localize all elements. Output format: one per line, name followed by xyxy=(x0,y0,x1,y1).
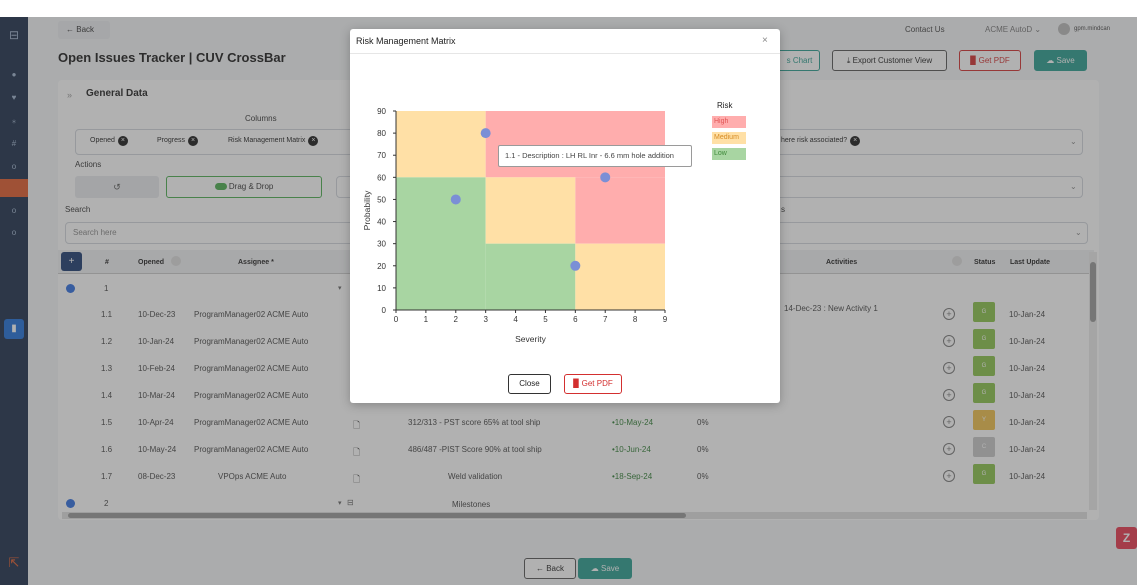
x-tick-label: 4 xyxy=(513,315,518,324)
pdf-icon: ▉ xyxy=(573,379,580,388)
risk-zone-medium xyxy=(485,177,576,244)
modal-close-button[interactable]: Close xyxy=(508,374,551,394)
risk-point[interactable] xyxy=(450,194,461,205)
risk-zone-high xyxy=(575,177,665,244)
legend-item-low: Low xyxy=(712,148,746,160)
risk-zone-medium xyxy=(396,111,486,178)
risk-point[interactable] xyxy=(480,128,491,139)
x-tick-label: 6 xyxy=(573,315,578,324)
x-axis-label: Severity xyxy=(515,334,546,344)
x-tick-label: 8 xyxy=(633,315,638,324)
y-tick-label: 40 xyxy=(377,218,386,227)
risk-zone-low xyxy=(396,177,486,310)
y-tick-label: 30 xyxy=(377,240,386,249)
risk-point[interactable] xyxy=(600,172,611,183)
y-tick-label: 0 xyxy=(382,306,387,315)
x-tick-label: 2 xyxy=(454,315,459,324)
y-tick-label: 10 xyxy=(377,284,386,293)
point-tooltip: 1.1 - Description : LH RL Inr - 6.6 mm h… xyxy=(498,145,692,167)
x-tick-label: 7 xyxy=(603,315,608,324)
y-tick-label: 70 xyxy=(377,151,386,160)
modal-divider xyxy=(350,53,780,54)
risk-zone-medium xyxy=(575,243,665,310)
risk-point[interactable] xyxy=(570,260,581,271)
x-tick-label: 1 xyxy=(424,315,429,324)
risk-matrix-chart: 0 1 2 3 4 5 6 7 8 90102030405060708090 Severity P… xyxy=(362,107,668,344)
modal-pdf-label: Get PDF xyxy=(581,379,613,388)
y-tick-label: 60 xyxy=(377,173,386,182)
legend-item-high: High xyxy=(712,116,746,128)
x-tick-label: 9 xyxy=(663,315,668,324)
risk-zone-low xyxy=(485,243,576,310)
legend-title: Risk xyxy=(717,101,733,110)
modal-title: Risk Management Matrix xyxy=(356,36,456,46)
x-tick-label: 3 xyxy=(483,315,488,324)
x-tick-label: 5 xyxy=(543,315,548,324)
close-icon[interactable]: × xyxy=(762,35,768,46)
y-tick-label: 20 xyxy=(377,262,386,271)
y-tick-label: 90 xyxy=(377,107,386,116)
y-tick-label: 50 xyxy=(377,195,386,204)
x-tick-label: 0 xyxy=(394,315,399,324)
y-axis-label: Probability xyxy=(362,190,372,230)
modal-get-pdf-button[interactable]: ▉ Get PDF xyxy=(564,374,622,394)
legend-item-medium: Medium xyxy=(712,132,746,144)
y-tick-label: 80 xyxy=(377,129,386,138)
